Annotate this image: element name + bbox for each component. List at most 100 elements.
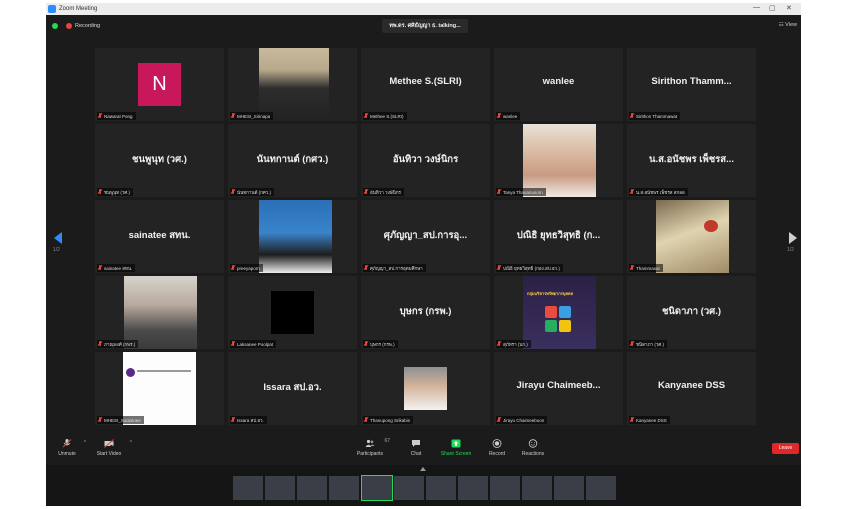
participant-tile[interactable]: บุษกร (กรพ.) บุษกร (กรพ.) xyxy=(361,276,490,349)
security-shield-icon[interactable] xyxy=(52,23,58,29)
participant-tile[interactable]: นันทกานต์ (กศว.) นันทกานต์ (กศว.) xyxy=(228,124,357,197)
filmstrip-thumbnail[interactable] xyxy=(426,476,456,500)
next-page-arrow-icon[interactable] xyxy=(789,232,797,244)
participant-tile[interactable]: Thammasat xyxy=(627,200,756,273)
unmute-label: Unmute xyxy=(58,451,76,457)
participant-name: Laksanee Poolpat xyxy=(237,341,274,347)
participant-tile[interactable]: อันทิวา วงษ์นิกร อันทิวา วงษ์นิกร xyxy=(361,124,490,197)
muted-mic-icon xyxy=(231,189,235,195)
maximize-button[interactable]: ▢ xyxy=(769,4,776,12)
participant-name-label: บุษกร (กรพ.) xyxy=(363,340,398,348)
filmstrip-thumbnail[interactable] xyxy=(522,476,552,500)
leave-button[interactable]: Leave xyxy=(772,443,799,454)
share-screen-label: Share Screen xyxy=(440,451,472,457)
participant-name: Nawarat Pong xyxy=(104,113,133,119)
participant-name: wanlee xyxy=(503,113,518,119)
audio-options-caret-icon[interactable]: ^ xyxy=(84,440,86,446)
participant-name: ศุภัญญา_สป.การอุดมศึกษา xyxy=(370,265,423,271)
participant-name: ปณิธิ ยุทธวิสุทธิ (กอง.สป.อว.) xyxy=(503,265,560,271)
muted-mic-icon xyxy=(497,189,501,195)
participant-video: กลุ่มบริหารทรัพยากรบุคคล xyxy=(523,276,596,349)
participant-tile[interactable]: ชนพูนุท (วศ.) ชนพูนุท (วศ.) xyxy=(95,124,224,197)
participant-tile[interactable]: MHESI_Sirinapa xyxy=(228,48,357,121)
participant-name-label: น.ส.อนัชพร เพ็ชรส สกลอ xyxy=(629,188,688,196)
start-video-button[interactable]: Start Video ^ xyxy=(92,439,132,457)
participant-name-label: Sirithon Thammawat xyxy=(629,112,681,120)
participant-name: ชนพูนุท (วศ.) xyxy=(104,189,131,195)
participants-button[interactable]: Participants 67 xyxy=(352,438,390,457)
participant-name-label: MHESI_Sutasinee xyxy=(97,416,144,424)
participant-display-name: น.ส.อนัชพร เพ็ชรส... xyxy=(649,154,734,165)
participant-tile[interactable]: preeyaporn xyxy=(228,200,357,273)
reactions-button[interactable]: Reactions xyxy=(519,439,547,457)
filmstrip-thumbnail[interactable] xyxy=(265,476,295,500)
participant-display-name: อันทิวา วงษ์นิกร xyxy=(392,154,459,165)
participant-name-label: อันทิวา วงษ์นิกร xyxy=(363,188,404,196)
share-screen-button[interactable]: Share Screen xyxy=(439,439,473,457)
participant-name: Jirayu Chaimeeboon xyxy=(503,417,545,423)
muted-mic-icon xyxy=(630,265,634,271)
participant-video xyxy=(259,48,329,121)
participant-tile[interactable]: wanlee wanlee xyxy=(494,48,623,121)
participant-display-name: Kanyanee DSS xyxy=(657,380,726,391)
share-screen-icon xyxy=(451,439,461,448)
participant-tile[interactable]: Kanyanee DSS Kanyanee DSS xyxy=(627,352,756,425)
participant-tile[interactable]: sainatee สทน. sainatee สทน. xyxy=(95,200,224,273)
filmstrip-thumbnail[interactable] xyxy=(554,476,584,500)
participant-video xyxy=(404,367,447,410)
view-button[interactable]: ☷ View xyxy=(779,22,797,28)
reactions-label: Reactions xyxy=(521,451,545,457)
unmute-button[interactable]: Unmute ^ xyxy=(54,439,86,457)
participant-tile[interactable]: Tanya Thananusorn xyxy=(494,124,623,197)
participant-name: Methee S.(SLRI) xyxy=(370,113,404,119)
participant-name-label: นันทกานต์ (กศว.) xyxy=(230,188,274,196)
participant-tile[interactable]: Sirithon Thamm... Sirithon Thammawat xyxy=(627,48,756,121)
chat-button[interactable]: Chat xyxy=(406,439,426,457)
initial-avatar: N xyxy=(138,63,181,106)
record-button[interactable]: Record xyxy=(486,439,508,457)
participant-tile[interactable]: Issara สป.อว. Issara สป.อว. xyxy=(228,352,357,425)
filmstrip-thumbnail[interactable] xyxy=(490,476,520,500)
participant-tile[interactable]: ปณิธิ ยุทธวิสุทธิ (ก... ปณิธิ ยุทธวิสุทธิ… xyxy=(494,200,623,273)
chat-label: Chat xyxy=(410,451,422,457)
participant-name: อันทิวา วงษ์นิกร xyxy=(370,189,401,195)
participant-name-label: สุภัทรา (บก.) xyxy=(496,340,531,348)
participant-tile[interactable]: Laksanee Poolpat xyxy=(228,276,357,349)
participant-tile[interactable]: MHESI_Sutasinee xyxy=(95,352,224,425)
participant-tile[interactable]: ชนิดาภา (วศ.) ชนิดาภา (วศ.) xyxy=(627,276,756,349)
close-button[interactable]: ✕ xyxy=(786,4,792,12)
recording-label: Recording xyxy=(75,23,101,29)
filmstrip-thumbnail-active[interactable] xyxy=(361,475,393,501)
participant-name-label: Laksanee Poolpat xyxy=(230,340,277,348)
muted-mic-icon xyxy=(497,265,501,271)
minimize-button[interactable]: — xyxy=(753,4,760,11)
filmstrip-thumbnail[interactable] xyxy=(394,476,424,500)
participant-name: Sirithon Thammawat xyxy=(636,113,678,119)
previous-page-arrow-icon[interactable] xyxy=(54,232,62,244)
participant-tile[interactable]: Jirayu Chaimeeb... Jirayu Chaimeeboon xyxy=(494,352,623,425)
puzzle-piece-icon xyxy=(559,306,571,318)
participant-tile[interactable]: กลุ่มบริหารทรัพยากรบุคคลสุภัทรา (บก.) xyxy=(494,276,623,349)
participant-tile[interactable]: N Nawarat Pong xyxy=(95,48,224,121)
participant-name-label: ปณิธิ ยุทธวิสุทธิ (กอง.สป.อว.) xyxy=(496,264,563,272)
participant-tile[interactable]: Thanupong Srikabis xyxy=(361,352,490,425)
participant-display-name: sainatee สทน. xyxy=(128,230,191,241)
participant-tile[interactable]: น.ส.อนัชพร เพ็ชรส... น.ส.อนัชพร เพ็ชรส สก… xyxy=(627,124,756,197)
video-options-caret-icon[interactable]: ^ xyxy=(130,440,132,446)
filmstrip-thumbnail[interactable] xyxy=(329,476,359,500)
participant-display-name: Methee S.(SLRI) xyxy=(389,76,462,87)
participant-name: MHESI_Sutasinee xyxy=(104,417,141,423)
filmstrip-caret-icon[interactable] xyxy=(420,467,426,471)
participant-tile[interactable]: ศุภัญญา_สป.การอุ... ศุภัญญา_สป.การอุดมศึก… xyxy=(361,200,490,273)
view-label: View xyxy=(785,22,797,28)
participant-tile[interactable]: Methee S.(SLRI) Methee S.(SLRI) xyxy=(361,48,490,121)
filmstrip-thumbnail[interactable] xyxy=(458,476,488,500)
participant-video xyxy=(259,200,332,273)
filmstrip-thumbnail[interactable] xyxy=(297,476,327,500)
participant-tile[interactable]: ภาณุพงศ์ (กพร.) xyxy=(95,276,224,349)
participant-name: Issara สป.อว. xyxy=(237,417,264,423)
filmstrip-thumbnail[interactable] xyxy=(233,476,263,500)
muted-mic-icon xyxy=(98,189,102,195)
slide-heading: กลุ่มบริหารทรัพยากรบุคคล xyxy=(527,291,574,296)
filmstrip-thumbnail[interactable] xyxy=(586,476,616,500)
